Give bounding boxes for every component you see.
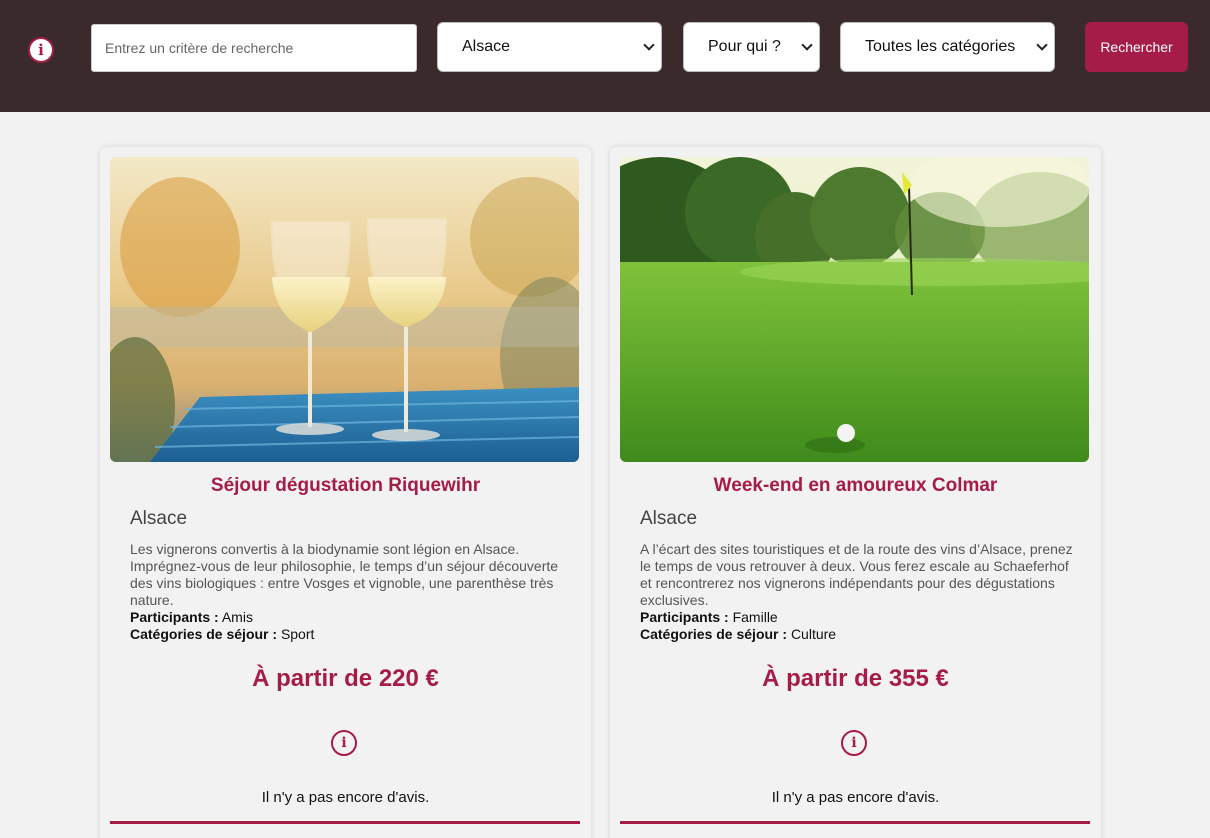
category-value: Sport <box>280 626 315 642</box>
card-category: Catégories de séjour : Sport <box>130 626 314 642</box>
card-reviews-text: Il n'y a pas encore d'avis. <box>261 789 430 806</box>
card-price: À partir de 220 € <box>252 665 439 692</box>
card-category: Catégories de séjour : Culture <box>640 626 836 642</box>
chevron-down-icon <box>801 39 813 51</box>
chevron-down-icon <box>643 39 655 51</box>
category-select-value: Toutes les catégories <box>865 38 1016 55</box>
search-input[interactable] <box>91 24 417 72</box>
participants-value: Famille <box>732 609 778 625</box>
search-button[interactable]: Rechercher <box>1085 22 1188 72</box>
category-select[interactable]: Toutes les catégories <box>840 22 1055 72</box>
region-select[interactable]: Alsace <box>437 22 662 72</box>
stay-card[interactable]: Week-end en amoureux Colmar Alsace A l’é… <box>610 147 1101 838</box>
header-bar: i Alsace Pour qui ? Toutes les catégorie… <box>0 0 1210 112</box>
participants-label: Participants : <box>640 609 729 625</box>
card-participants: Participants : Famille <box>640 609 778 625</box>
category-label: Catégories de séjour : <box>130 626 278 642</box>
card-reviews-text: Il n'y a pas encore d'avis. <box>771 789 940 806</box>
golf-course-image[interactable] <box>620 157 1089 462</box>
card-participants: Participants : Amis <box>130 609 253 625</box>
wine-glasses-image[interactable] <box>110 157 579 462</box>
card-region: Alsace <box>640 508 698 529</box>
divider <box>110 821 580 824</box>
card-description: Les vignerons convertis à la biodynamie … <box>130 541 559 608</box>
card-price: À partir de 355 € <box>762 665 949 692</box>
divider <box>620 821 1090 824</box>
info-icon[interactable]: i <box>28 37 54 63</box>
chevron-down-icon <box>1036 39 1048 51</box>
card-title[interactable]: Séjour dégustation Riquewihr <box>100 475 591 497</box>
card-region: Alsace <box>130 508 188 529</box>
participants-label: Participants : <box>130 609 219 625</box>
card-description: A l’écart des sites touristiques et de l… <box>640 541 1073 608</box>
participants-value: Amis <box>221 609 253 625</box>
stay-card[interactable]: Séjour dégustation Riquewihr Alsace Les … <box>100 147 591 838</box>
info-icon[interactable]: i <box>331 730 357 756</box>
region-select-value: Alsace <box>462 38 511 55</box>
category-label: Catégories de séjour : <box>640 626 788 642</box>
who-select[interactable]: Pour qui ? <box>683 22 820 72</box>
category-value: Culture <box>790 626 837 642</box>
who-select-value: Pour qui ? <box>708 38 781 55</box>
card-title[interactable]: Week-end en amoureux Colmar <box>610 475 1101 497</box>
info-icon[interactable]: i <box>841 730 867 756</box>
